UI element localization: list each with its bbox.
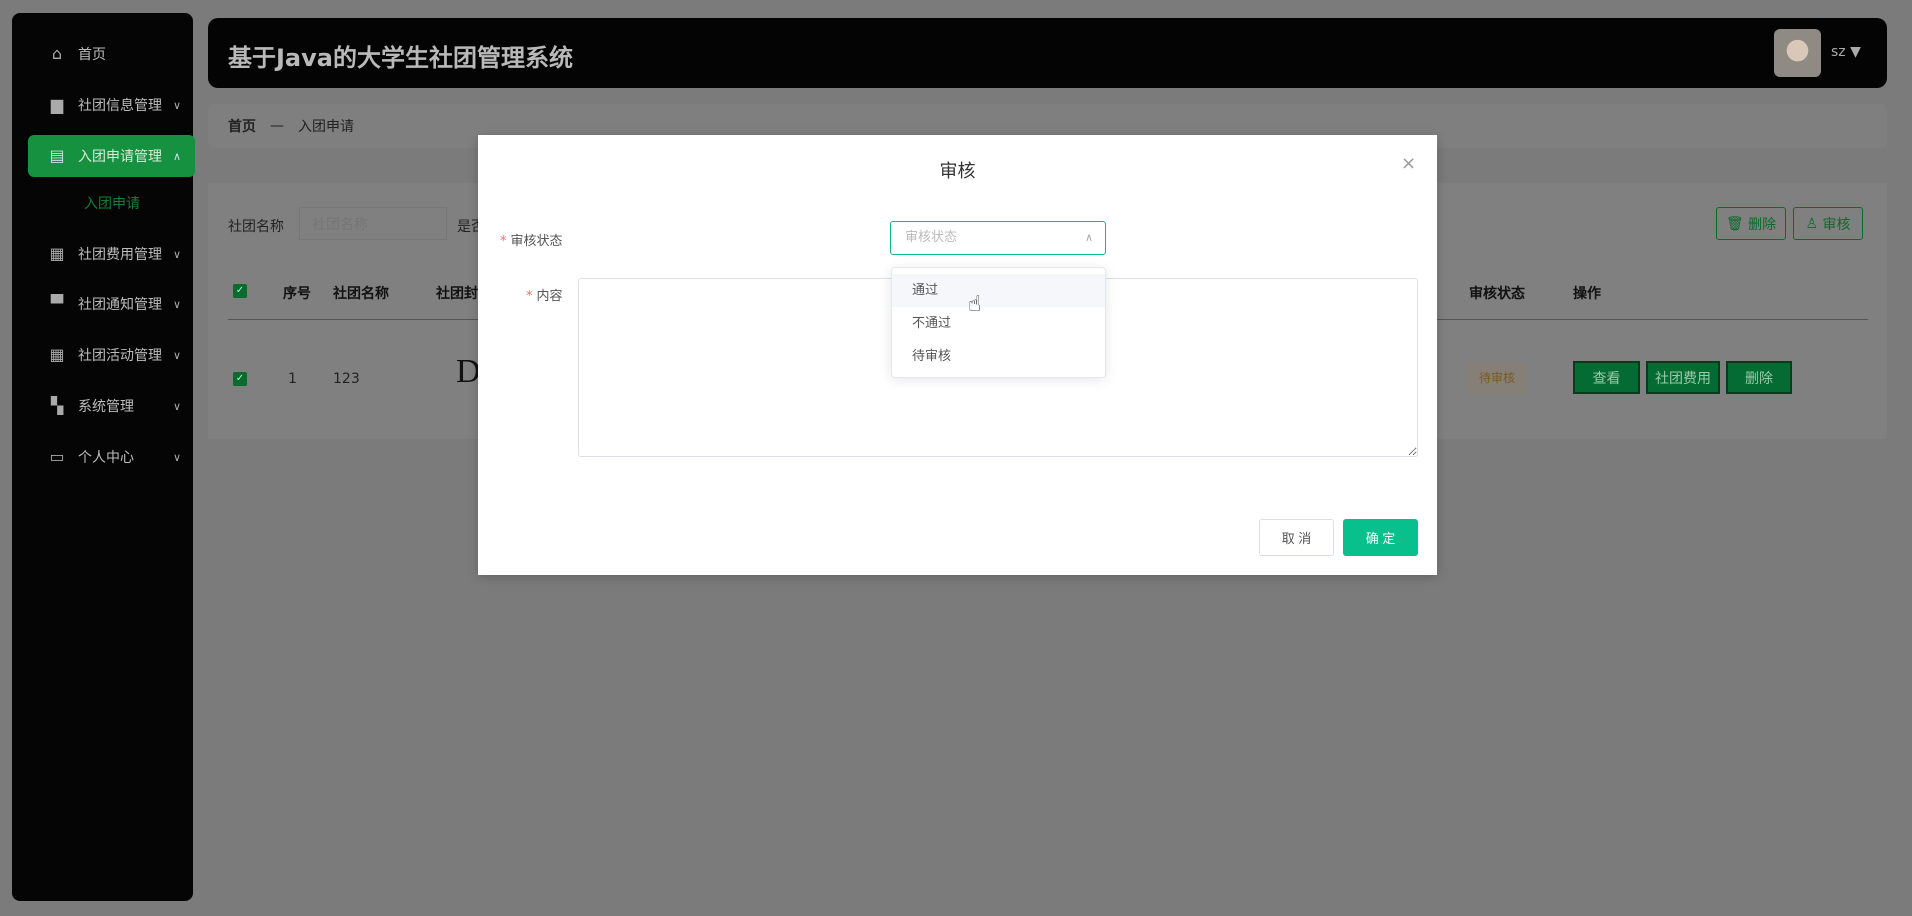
dialog-title: 审核 — [939, 161, 976, 182]
option-reject[interactable]: 不通过 — [892, 307, 1105, 340]
status-label: * 审核状态 — [500, 234, 563, 249]
chevron-up-icon: ∧ — [1084, 231, 1093, 244]
cancel-button[interactable]: 取 消 — [1259, 519, 1334, 556]
option-pass[interactable]: 通过 — [892, 274, 1105, 307]
status-dropdown: 通过 不通过 待审核 — [891, 267, 1106, 378]
option-pending[interactable]: 待审核 — [892, 340, 1105, 373]
confirm-button[interactable]: 确 定 — [1343, 519, 1418, 556]
close-icon[interactable]: × — [1401, 153, 1416, 174]
review-dialog: 审核 × * 审核状态 审核状态 ∧ * 内容 通过 不通过 待审核 取 消 确 定 — [478, 135, 1437, 575]
content-label: * 内容 — [526, 289, 563, 304]
status-select[interactable]: 审核状态 ∧ — [890, 221, 1106, 255]
